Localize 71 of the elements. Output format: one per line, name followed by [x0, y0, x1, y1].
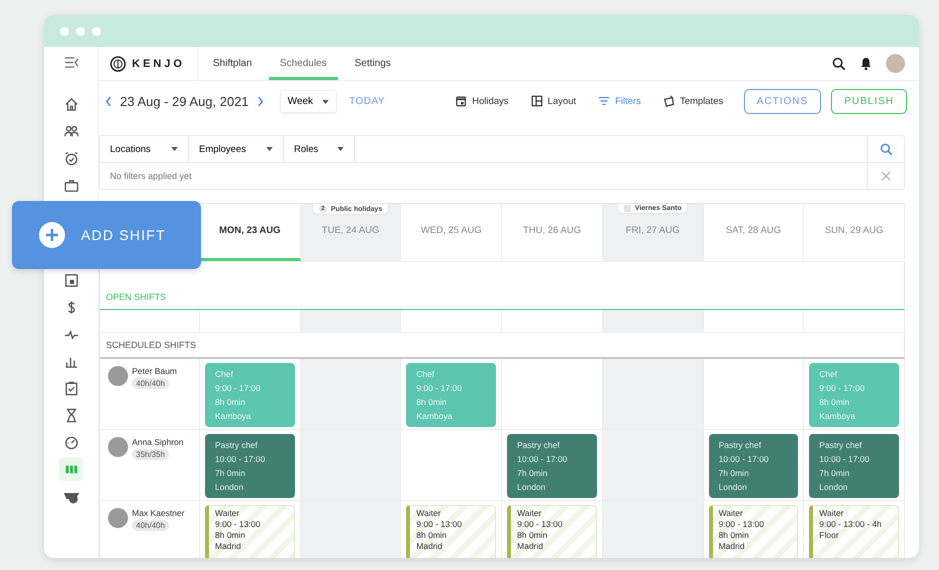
nav-tab[interactable]: Schedules: [268, 47, 338, 80]
schedule-cell[interactable]: [602, 310, 704, 332]
hours-badge: 40h/40h: [132, 378, 169, 389]
shift-card[interactable]: Waiter 9:00 - 13:00 8h 0min Madrid: [507, 505, 597, 558]
caret-icon: [337, 147, 344, 151]
day-header[interactable]: SUN, 29 AUG: [804, 204, 905, 261]
window-dot[interactable]: [76, 26, 85, 36]
schedule-cell[interactable]: Pastry chef 10:00 - 17:00 7h 0min London: [502, 430, 603, 500]
day-header[interactable]: WED, 25 AUG: [401, 204, 502, 261]
schedule-cell[interactable]: Pastry chef 10:00 - 17:00 7h 0min London: [200, 430, 301, 500]
previous-week-icon[interactable]: [105, 96, 112, 106]
menu-collapse-icon[interactable]: [64, 57, 78, 68]
view-dropdown[interactable]: Week: [280, 90, 338, 112]
nav-tab[interactable]: Shiftplan: [202, 47, 263, 80]
shift-card[interactable]: Pastry chef 10:00 - 17:00 7h 0min London: [507, 434, 597, 498]
schedule-cell[interactable]: Waiter 9:00 - 13:00 8h 0min Madrid: [704, 501, 804, 558]
employee-name: Peter Baum: [132, 366, 177, 377]
employee-name: Max Kaestner: [132, 508, 184, 519]
schedule-cell[interactable]: [300, 310, 402, 332]
add-shift-button[interactable]: ADD SHIFT: [12, 201, 201, 269]
employee-avatar: [108, 508, 128, 528]
user-avatar[interactable]: [886, 54, 905, 73]
bell-icon[interactable]: [859, 56, 873, 71]
search-icon[interactable]: [832, 56, 846, 70]
schedule-cell[interactable]: [300, 359, 402, 429]
employee-name: Anna Siphron: [132, 437, 184, 448]
filter-icon: [598, 95, 610, 107]
caret-icon: [171, 147, 178, 151]
window-dot[interactable]: [60, 26, 69, 36]
employee-avatar: [108, 366, 128, 386]
schedule-cell[interactable]: [300, 501, 402, 558]
schedule-cell[interactable]: Pastry chef 10:00 - 17:00 7h 0min London: [804, 430, 905, 500]
actions-button[interactable]: ACTIONS: [744, 88, 822, 114]
close-icon[interactable]: [881, 171, 891, 181]
schedule-cell[interactable]: Pastry chef 10:00 - 17:00 7h 0min London: [704, 430, 804, 500]
filter-dropdown[interactable]: Locations: [100, 136, 189, 162]
employee-avatar: [108, 437, 128, 457]
caret-icon: [322, 100, 330, 104]
section-label: SCHEDULED SHIFTS: [106, 340, 196, 350]
toolbar-tool[interactable]: Layout: [530, 95, 576, 107]
shift-card[interactable]: Pastry chef 10:00 - 17:00 7h 0min London: [708, 434, 798, 498]
shift-card[interactable]: Waiter 9:00 - 13:00 8h 0min Madrid: [708, 505, 798, 558]
section-label: OPEN SHIFTS: [106, 292, 166, 302]
toolbar-tool[interactable]: Filters: [598, 95, 641, 107]
caret-icon: [266, 147, 273, 151]
nav-tab[interactable]: Settings: [344, 47, 402, 80]
next-week-icon[interactable]: [256, 96, 264, 106]
window-dot[interactable]: [92, 26, 101, 36]
date-range: 23 Aug - 29 Aug, 2021: [120, 94, 249, 108]
filter-status: No filters applied yet: [109, 171, 192, 181]
shift-card[interactable]: Waiter 9:00 - 13:00 - 4h Floor: [809, 505, 899, 558]
toolbar-tool[interactable]: Templates: [662, 95, 724, 107]
plus-icon: [39, 222, 65, 248]
schedule-cell[interactable]: [602, 359, 704, 429]
logo-icon: [110, 56, 126, 72]
schedule-cell[interactable]: [602, 501, 704, 558]
shift-card[interactable]: Waiter 9:00 - 13:00 8h 0min Madrid: [205, 505, 295, 558]
shift-card[interactable]: Pastry chef 10:00 - 17:00 7h 0min London: [809, 434, 899, 498]
shift-card[interactable]: Pastry chef 10:00 - 17:00 7h 0min London: [205, 434, 295, 498]
schedule-cell[interactable]: Waiter 9:00 - 13:00 - 4h Floor: [804, 501, 905, 558]
toolbar-tool[interactable]: Holidays: [455, 95, 509, 107]
schedule-cell[interactable]: Waiter 9:00 - 13:00 8h 0min Madrid: [200, 501, 301, 558]
hours-badge: 40h/40h: [132, 520, 169, 531]
day-header[interactable]: SAT, 28 AUG: [704, 204, 804, 261]
layout-icon: [530, 95, 543, 107]
logo-text: KENJO: [132, 58, 185, 70]
shift-card[interactable]: Waiter 9:00 - 13:00 8h 0min Madrid: [406, 505, 496, 558]
calendar-icon: [455, 95, 468, 107]
schedule-cell[interactable]: Waiter 9:00 - 13:00 8h 0min Madrid: [401, 501, 502, 558]
hours-badge: 35h/35h: [132, 449, 169, 460]
schedule-cell[interactable]: Waiter 9:00 - 13:00 8h 0min Madrid: [502, 501, 603, 558]
